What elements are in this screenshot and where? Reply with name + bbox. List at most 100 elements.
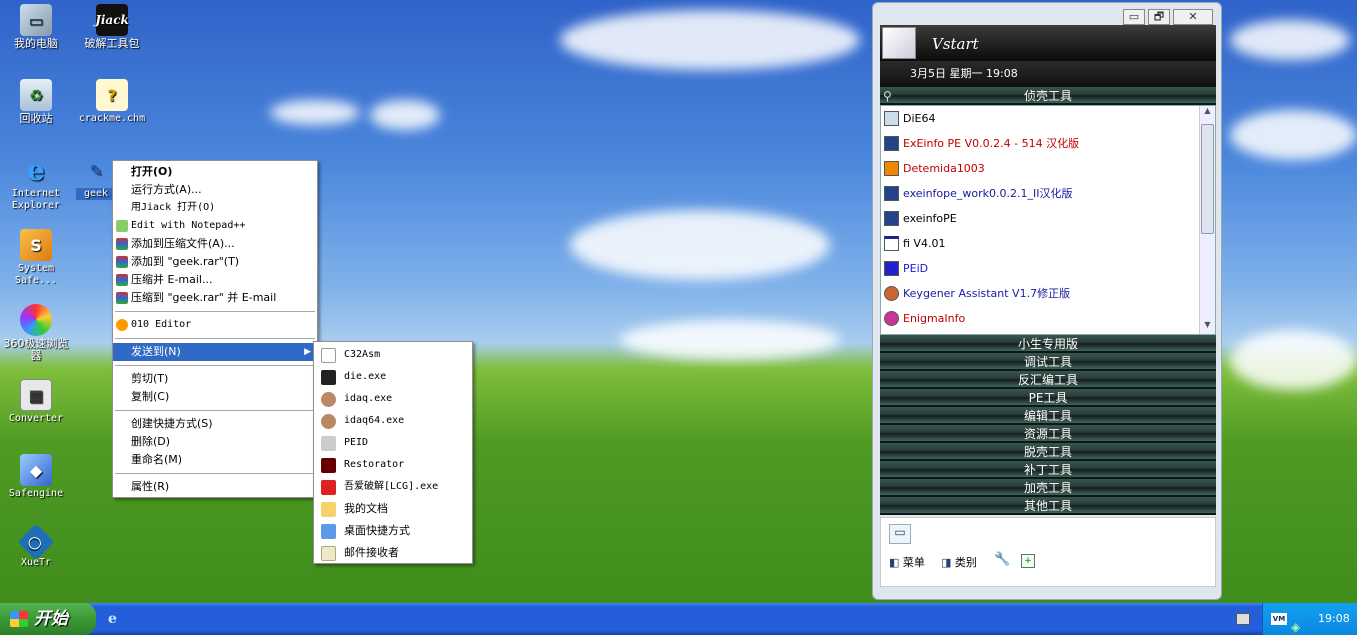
- tool-item[interactable]: EnigmaInfo: [881, 306, 1215, 331]
- menu-item-add-geek-rar[interactable]: 添加到 "geek.rar"(T): [113, 253, 317, 271]
- shield-icon: S: [20, 229, 52, 261]
- scroll-up-icon[interactable]: ▲: [1201, 106, 1214, 120]
- menu-item-run-as[interactable]: 运行方式(A)...: [113, 181, 317, 199]
- tool-item[interactable]: Keygener Assistant V1.7修正版: [881, 281, 1215, 306]
- cloud: [1230, 330, 1357, 390]
- desktop-icon-recycle-bin[interactable]: ♻ 回收站: [0, 79, 72, 125]
- sendto-item-mail-recipient[interactable]: 邮件接收者: [314, 542, 472, 564]
- category-item[interactable]: 调试工具: [880, 353, 1216, 371]
- category-item[interactable]: 补丁工具: [880, 461, 1216, 479]
- wrench-icon[interactable]: 🔧: [994, 552, 1010, 567]
- scroll-thumb[interactable]: [1201, 124, 1214, 234]
- tool-name: ExEinfo PE V0.0.2.4 - 514 汉化版: [903, 137, 1080, 150]
- winrar-icon: [116, 238, 128, 250]
- tool-item[interactable]: Detemida1003: [881, 156, 1215, 181]
- mail-icon: [321, 546, 336, 561]
- icon-label: 我的电脑: [14, 37, 58, 50]
- tool-item[interactable]: DiE64: [881, 106, 1215, 131]
- sendto-item-die[interactable]: die.exe: [314, 366, 472, 388]
- desktop-icon-my-computer[interactable]: ▭ 我的电脑: [0, 4, 72, 50]
- menu-item-send-to[interactable]: 发送到(N) ▶: [113, 343, 317, 361]
- sendto-item-c32asm[interactable]: C32Asm: [314, 344, 472, 366]
- close-button[interactable]: ✕: [1173, 9, 1213, 25]
- menu-item-rename[interactable]: 重命名(M): [113, 451, 317, 469]
- menu-item-open[interactable]: 打开(O): [113, 163, 317, 181]
- vmware-icon[interactable]: VM: [1271, 613, 1287, 625]
- desktop-icon-crackme[interactable]: ? crackme.chm: [76, 79, 148, 125]
- category-item[interactable]: 加壳工具: [880, 479, 1216, 497]
- tool-list: DiE64 ExEinfo PE V0.0.2.4 - 514 汉化版 Dete…: [880, 105, 1216, 335]
- tool-item[interactable]: PEiD: [881, 256, 1215, 281]
- menu-item-notepadpp[interactable]: Edit with Notepad++: [113, 217, 317, 235]
- menu-item-010-editor[interactable]: 010 Editor: [113, 316, 317, 334]
- tray-shield-icon[interactable]: ◈: [1291, 611, 1300, 635]
- category-icon: ◨: [941, 556, 952, 569]
- scroll-down-icon[interactable]: ▼: [1201, 320, 1214, 334]
- add-icon[interactable]: +: [1021, 554, 1035, 568]
- desktop-icon-crack-tools[interactable]: Jiack 破解工具包: [76, 4, 148, 50]
- minimize-button[interactable]: ▭: [1123, 9, 1145, 25]
- peid-icon: [884, 261, 899, 276]
- category-button[interactable]: ◨ 类别: [941, 554, 977, 570]
- desktop-icon-converter[interactable]: ▦ Converter: [0, 379, 72, 425]
- sendto-item-restorator[interactable]: Restorator: [314, 454, 472, 476]
- menu-item-create-shortcut[interactable]: 创建快捷方式(S): [113, 415, 317, 433]
- menu-item-open-with-jiack[interactable]: 用Jiack 打开(O): [113, 199, 317, 217]
- menu-item-label: 添加到压缩文件(A)...: [131, 237, 235, 250]
- menu-button[interactable]: ◧ 菜单: [889, 554, 925, 570]
- desktop-icon-safengine[interactable]: ◆ Safengine: [0, 454, 72, 500]
- start-button[interactable]: 开始: [0, 603, 96, 635]
- icon-label: 回收站: [19, 112, 53, 125]
- sendto-item-my-documents[interactable]: 我的文档: [314, 498, 472, 520]
- 010-editor-icon: [116, 319, 128, 331]
- category-item[interactable]: 脱壳工具: [880, 443, 1216, 461]
- notepadpp-icon: [116, 220, 128, 232]
- desktop-icon-system-safe[interactable]: S System Safe...: [0, 229, 72, 287]
- tool-name: DiE64: [903, 112, 936, 125]
- menu-item-compress-email[interactable]: 压缩并 E-mail...: [113, 271, 317, 289]
- category-item[interactable]: 编辑工具: [880, 407, 1216, 425]
- menu-item-properties[interactable]: 属性(R): [113, 478, 317, 496]
- category-item[interactable]: 资源工具: [880, 425, 1216, 443]
- magnifier-icon: ⚲: [883, 89, 892, 103]
- category-detect-tools[interactable]: ⚲ 侦壳工具: [880, 87, 1216, 105]
- menu-item-compress-geek-email[interactable]: 压缩到 "geek.rar" 并 E-mail: [113, 289, 317, 307]
- desktop-icon-xuetr[interactable]: ○ XueTr: [0, 523, 72, 569]
- category-item[interactable]: PE工具: [880, 389, 1216, 407]
- tool-item[interactable]: exeinfope_work0.0.2.1_II汉化版: [881, 181, 1215, 206]
- menu-icon: ◧: [889, 556, 900, 569]
- category-item[interactable]: 小生专用版: [880, 335, 1216, 353]
- icon-label: geek: [76, 188, 116, 200]
- tool-list-scrollbar[interactable]: ▲ ▼: [1199, 106, 1215, 334]
- computer-icon[interactable]: ▭: [889, 524, 911, 544]
- sendto-item-peid[interactable]: PEID: [314, 432, 472, 454]
- sendto-item-idaq64[interactable]: idaq64.exe: [314, 410, 472, 432]
- icon-label: crackme.chm: [78, 113, 146, 124]
- sendto-item-52pojie[interactable]: 吾爱破解[LCG].exe: [314, 476, 472, 498]
- desktop-icon-geek[interactable]: ✎ geek: [76, 154, 116, 200]
- menu-item-delete[interactable]: 删除(D): [113, 433, 317, 451]
- category-item[interactable]: 反汇编工具: [880, 371, 1216, 389]
- vstart-logo-icon: [882, 27, 916, 59]
- tool-item[interactable]: exeinfoPE: [881, 206, 1215, 231]
- menu-item-add-archive[interactable]: 添加到压缩文件(A)...: [113, 235, 317, 253]
- quicklaunch-ie-icon[interactable]: e: [108, 611, 124, 627]
- ida-icon: [321, 392, 336, 407]
- menu-item-label: C32Asm: [344, 349, 381, 360]
- vstart-footer: ▭ ◧ 菜单 ◨ 类别 🔧 +: [880, 517, 1216, 587]
- tool-item[interactable]: fi V4.01: [881, 231, 1215, 256]
- menu-item-cut[interactable]: 剪切(T): [113, 370, 317, 388]
- category-item[interactable]: 其他工具: [880, 497, 1216, 515]
- restore-button[interactable]: 🗗: [1148, 9, 1170, 25]
- sendto-item-idaq[interactable]: idaq.exe: [314, 388, 472, 410]
- menu-item-copy[interactable]: 复制(C): [113, 388, 317, 406]
- desktop-icon-ie[interactable]: e Internet Explorer: [0, 154, 72, 212]
- cloud: [620, 320, 840, 360]
- tool-item[interactable]: ExEinfo PE V0.0.2.4 - 514 汉化版: [881, 131, 1215, 156]
- menu-item-label: 邮件接收者: [344, 546, 399, 559]
- winrar-icon: [116, 292, 128, 304]
- ida-icon: [321, 414, 336, 429]
- keyboard-icon[interactable]: [1236, 613, 1250, 625]
- sendto-item-desktop-shortcut[interactable]: 桌面快捷方式: [314, 520, 472, 542]
- desktop-icon-360-browser[interactable]: 360极速浏览器: [0, 304, 72, 362]
